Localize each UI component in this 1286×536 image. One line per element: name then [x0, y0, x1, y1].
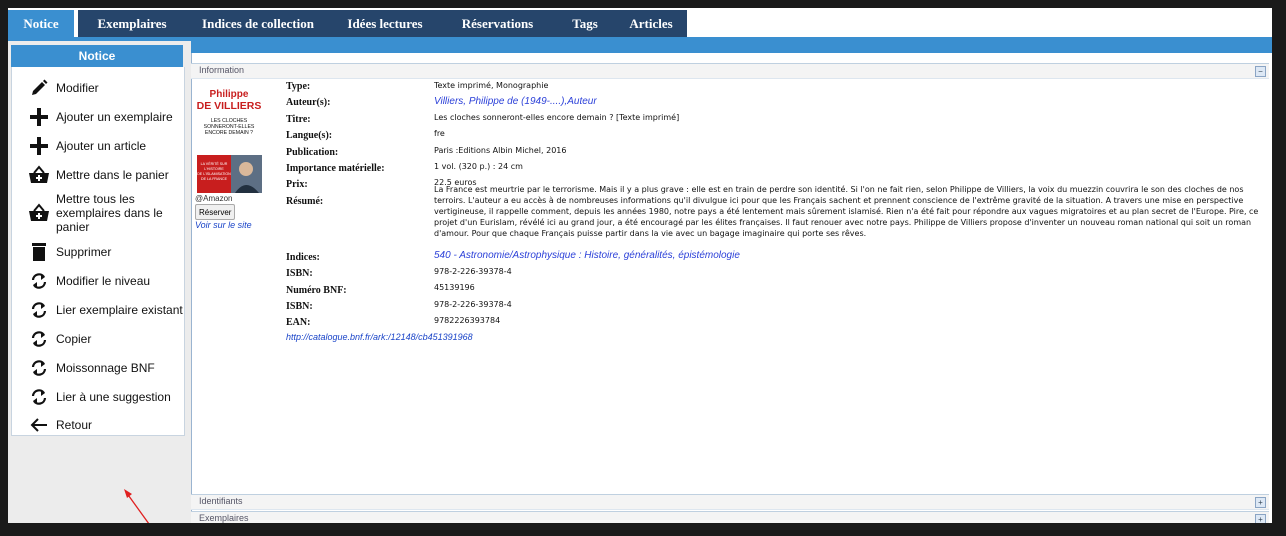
menu-item-modifier-niveau[interactable]: Modifier le niveau	[12, 270, 184, 292]
field-value-ean: 9782226393784	[434, 316, 501, 325]
section-title: Identifiants	[199, 496, 243, 506]
field-label-isbn-2: ISBN:	[286, 301, 313, 312]
refresh-icon	[28, 386, 50, 408]
field-value-titre: Les cloches sonneront-elles encore demai…	[434, 113, 680, 122]
menu-label: Lier exemplaire existant	[56, 303, 183, 317]
menu-label: Mettre tous les exemplaires dans le pani…	[56, 192, 163, 234]
svg-text:DE L'ISLAMISATION: DE L'ISLAMISATION	[197, 172, 231, 176]
sidebar-title: Notice	[11, 45, 183, 67]
menu-item-moissonnage-bnf[interactable]: Moissonnage BNF	[12, 357, 184, 379]
field-label-isbn: ISBN:	[286, 268, 313, 279]
tab-articles[interactable]: Articles	[615, 10, 687, 37]
expand-icon[interactable]: +	[1255, 514, 1266, 523]
field-label-numero-bnf: Numéro BNF:	[286, 285, 347, 296]
section-title: Exemplaires	[199, 513, 249, 523]
field-label-publication: Publication:	[286, 147, 339, 158]
book-cover[interactable]: Philippe DE VILLIERS LES CLOCHES SONNERO…	[197, 83, 262, 200]
field-value-resume: La France est meurtrie par le terrorisme…	[434, 185, 1259, 238]
menu-label: Supprimer	[56, 245, 112, 259]
svg-text:DE LA FRANCE: DE LA FRANCE	[201, 177, 228, 181]
menu-item-mettre-panier[interactable]: Mettre dans le panier	[12, 164, 184, 186]
field-value-isbn: 978-2-226-39378-4	[434, 267, 512, 276]
refresh-icon	[28, 299, 50, 321]
tab-indices-de-collection[interactable]: Indices de collection	[186, 10, 330, 37]
plus-icon	[28, 106, 50, 128]
field-label-auteurs: Auteur(s):	[286, 97, 331, 108]
field-value-langue: fre	[434, 129, 445, 138]
field-label-resume: Résumé:	[286, 196, 324, 207]
notice-panel: Information − Philippe DE VILLIERS LES C…	[191, 41, 1272, 523]
tab-bar: Notice Exemplaires Indices de collection…	[8, 8, 1272, 37]
refresh-icon	[28, 328, 50, 350]
panel-border	[191, 53, 192, 523]
field-value-isbn-2: 978-2-226-39378-4	[434, 300, 512, 309]
collapse-icon[interactable]: −	[1255, 66, 1266, 77]
pencil-icon	[28, 77, 50, 99]
menu-item-ajouter-exemplaire[interactable]: Ajouter un exemplaire	[12, 106, 184, 128]
tab-notice[interactable]: Notice	[8, 10, 74, 37]
sidebar: Notice Modifier Ajouter un exemplaire Aj…	[8, 41, 191, 523]
tab-idees-lectures[interactable]: Idées lectures	[330, 10, 440, 37]
expand-icon[interactable]: +	[1255, 497, 1266, 508]
field-value-publication: Paris :Editions Albin Michel, 2016	[434, 146, 567, 155]
menu-label: Modifier le niveau	[56, 274, 151, 288]
menu-label: Retour	[56, 418, 93, 432]
page: Notice Exemplaires Indices de collection…	[8, 8, 1272, 523]
tab-reservations[interactable]: Réservations	[440, 10, 555, 37]
field-label-langue: Langue(s):	[286, 130, 333, 141]
sidebar-menu: Modifier Ajouter un exemplaire Ajouter u…	[11, 67, 185, 436]
basket-icon	[28, 202, 50, 224]
trash-icon	[28, 241, 50, 263]
svg-text:L'HISTOIRE: L'HISTOIRE	[204, 167, 224, 171]
menu-item-ajouter-article[interactable]: Ajouter un article	[12, 135, 184, 157]
section-information[interactable]: Information −	[191, 63, 1269, 79]
author-link[interactable]: Villiers, Philippe de (1949-....),Auteur	[434, 96, 597, 107]
menu-label: Ajouter un exemplaire	[56, 110, 173, 124]
tab-tags[interactable]: Tags	[555, 10, 615, 37]
section-title: Information	[199, 65, 245, 75]
menu-item-copier[interactable]: Copier	[12, 328, 184, 350]
voir-sur-le-site-link[interactable]: Voir sur le site	[195, 220, 252, 230]
menu-item-supprimer[interactable]: Supprimer	[12, 241, 184, 263]
menu-item-mettre-tous-panier[interactable]: Mettre tous les exemplaires dans le pani…	[12, 191, 184, 235]
cover-author-first: Philippe	[210, 89, 249, 100]
menu-label: Modifier	[56, 81, 99, 95]
panel-header-strip	[191, 41, 1272, 53]
field-label-indices: Indices:	[286, 252, 320, 263]
field-value-type: Texte imprimé, Monographie	[434, 81, 549, 90]
menu-label: Ajouter un article	[56, 139, 147, 153]
tab-exemplaires[interactable]: Exemplaires	[78, 10, 186, 37]
field-label-type: Type:	[286, 81, 311, 92]
section-exemplaires[interactable]: Exemplaires +	[191, 511, 1269, 523]
field-label-titre: Titre:	[286, 114, 311, 125]
section-identifiants[interactable]: Identifiants +	[191, 494, 1269, 510]
basket-icon	[28, 164, 50, 186]
menu-label: Moissonnage BNF	[56, 361, 155, 375]
field-label-importance: Importance matérielle:	[286, 163, 385, 174]
menu-item-retour[interactable]: Retour	[12, 414, 184, 436]
indices-link[interactable]: 540 - Astronomie/Astrophysique : Histoir…	[434, 250, 740, 261]
svg-text:ENCORE DEMAIN ?: ENCORE DEMAIN ?	[205, 130, 253, 136]
field-value-importance: 1 vol. (320 p.) : 24 cm	[434, 162, 523, 171]
cover-author-last: DE VILLIERS	[197, 100, 261, 112]
menu-label: Mettre dans le panier	[56, 168, 169, 182]
refresh-icon	[28, 270, 50, 292]
field-value-numero-bnf: 45139196	[434, 283, 475, 292]
menu-item-lier-exemplaire[interactable]: Lier exemplaire existant	[12, 299, 184, 321]
menu-label: Lier à une suggestion	[56, 390, 171, 404]
reserve-button[interactable]: Réserver	[195, 204, 236, 220]
menu-label: Copier	[56, 332, 92, 346]
window-frame: Notice Exemplaires Indices de collection…	[0, 0, 1286, 536]
field-label-ean: EAN:	[286, 317, 311, 328]
refresh-icon	[28, 357, 50, 379]
menu-item-lier-suggestion[interactable]: Lier à une suggestion	[12, 386, 184, 408]
cover-source: @Amazon	[195, 194, 233, 203]
svg-text:LA VÉRITÉ SUR: LA VÉRITÉ SUR	[201, 161, 228, 166]
annotation-arrow	[124, 489, 150, 523]
plus-icon	[28, 135, 50, 157]
catalogue-bnf-link[interactable]: http://catalogue.bnf.fr/ark:/12148/cb451…	[286, 332, 473, 342]
field-label-prix: Prix:	[286, 179, 308, 190]
menu-item-modifier[interactable]: Modifier	[12, 77, 184, 99]
arrow-left-icon	[28, 414, 50, 436]
